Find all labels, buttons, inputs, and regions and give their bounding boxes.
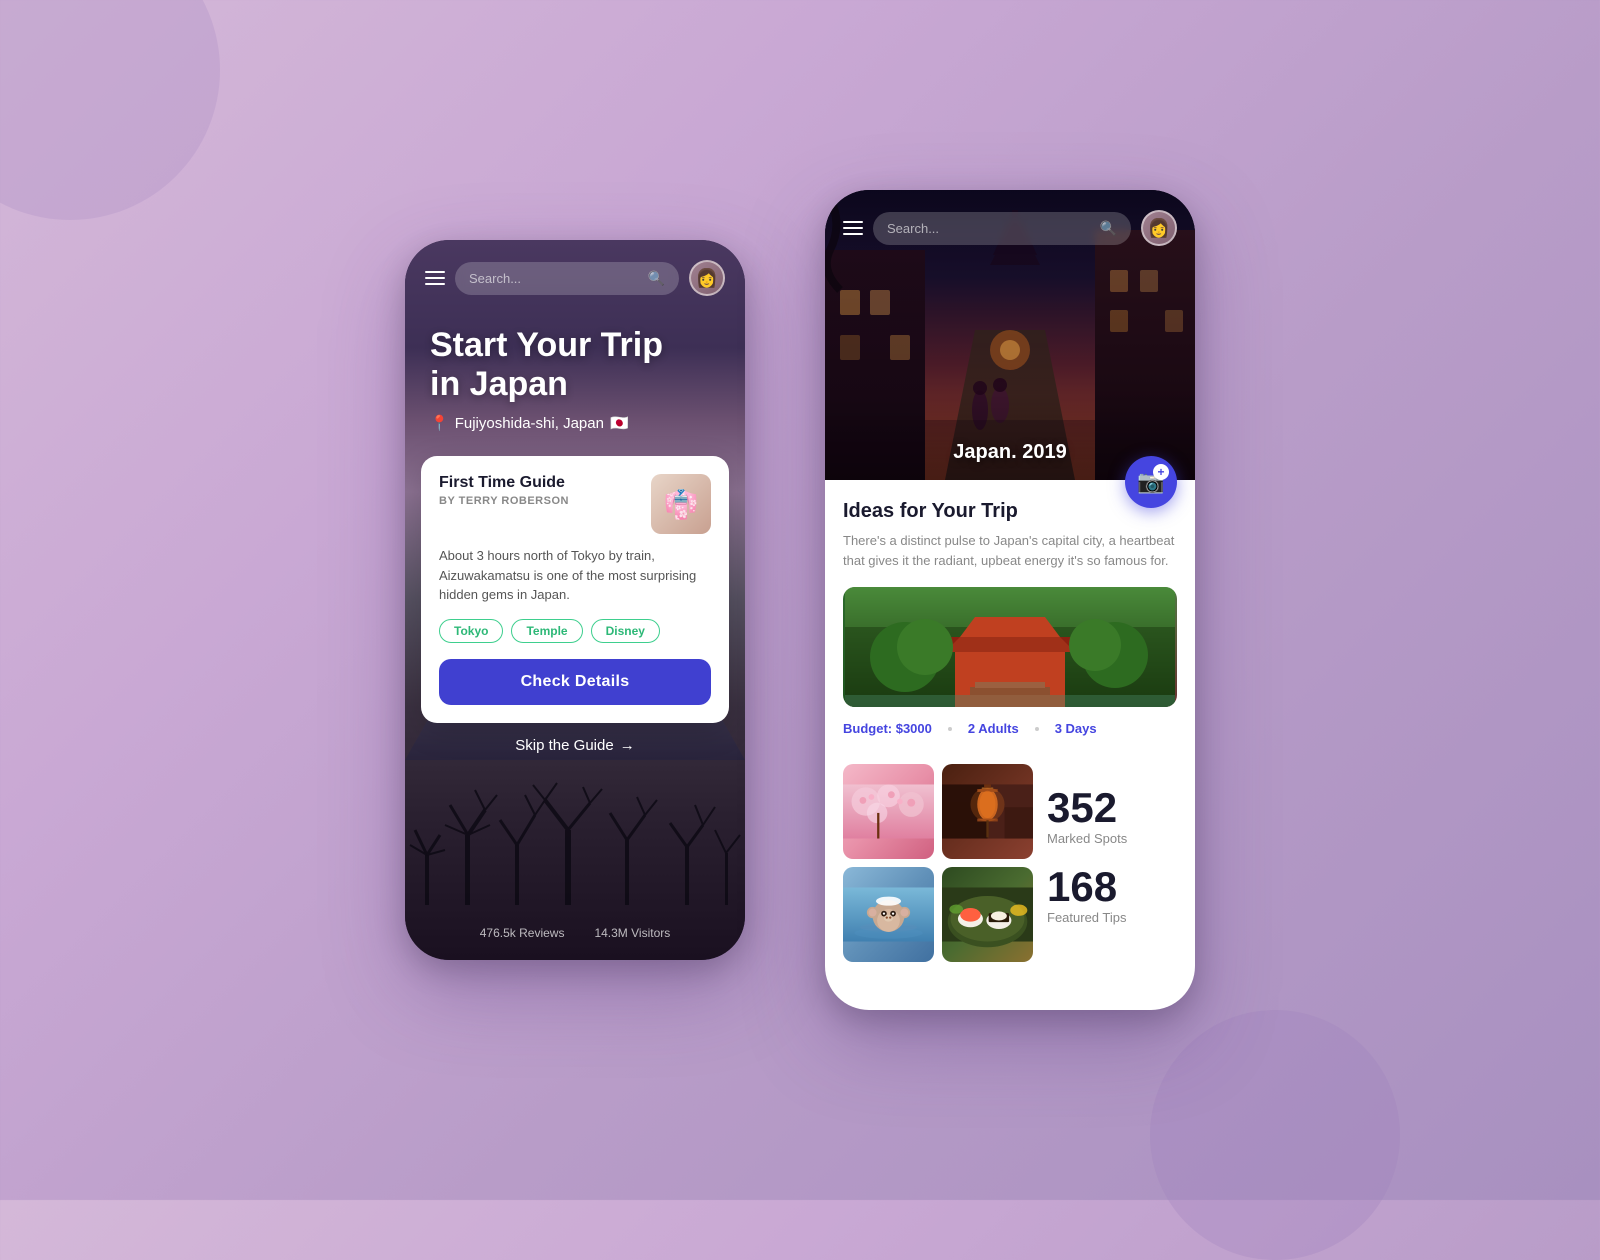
search-bar-1[interactable]: 🔍 bbox=[455, 262, 679, 295]
guide-card-header: First Time Guide BY TERRY ROBERSON 👘 bbox=[439, 474, 711, 534]
ideas-title: Ideas for Your Trip bbox=[843, 500, 1177, 523]
meta-sep-1 bbox=[948, 727, 952, 731]
search-bar-2[interactable]: 🔍 bbox=[873, 212, 1131, 245]
location-pin-icon: 📍 bbox=[430, 414, 449, 432]
trip-meta: Budget: $3000 2 Adults 3 Days bbox=[843, 721, 1177, 736]
tag-tokyo[interactable]: Tokyo bbox=[439, 619, 503, 643]
featured-tips-number: 168 bbox=[1047, 866, 1177, 908]
stats-column: 352 Marked Spots 168 Featured Tips bbox=[1047, 787, 1177, 925]
search-icon-2: 🔍 bbox=[1100, 220, 1117, 237]
guide-card-description: About 3 hours north of Tokyo by train, A… bbox=[439, 546, 711, 605]
photo-grid bbox=[843, 764, 1033, 962]
stat-featured-tips: 168 Featured Tips bbox=[1047, 866, 1177, 925]
ideas-description: There's a distinct pulse to Japan's capi… bbox=[843, 531, 1177, 571]
reviews-count: 476.5k Reviews bbox=[480, 926, 565, 940]
guide-card-author: BY TERRY ROBERSON bbox=[439, 495, 569, 507]
phone1-footer: 476.5k Reviews 14.3M Visitors bbox=[405, 926, 745, 940]
featured-tips-label: Featured Tips bbox=[1047, 910, 1177, 925]
visitors-count: 14.3M Visitors bbox=[594, 926, 670, 940]
search-icon-1: 🔍 bbox=[648, 270, 665, 287]
camera-plus-icon: + bbox=[1153, 464, 1169, 480]
photo-cell-cherry bbox=[843, 764, 934, 859]
guide-card: First Time Guide BY TERRY ROBERSON 👘 Abo… bbox=[421, 456, 729, 723]
trip-photo bbox=[843, 587, 1177, 707]
search-input-1[interactable] bbox=[469, 271, 642, 286]
marked-spots-number: 352 bbox=[1047, 787, 1177, 829]
location-row: 📍 Fujiyoshida-shi, Japan 🇯🇵 bbox=[430, 414, 720, 432]
photo-cell-monkey bbox=[843, 867, 934, 962]
phone-2: 🔍 👩 Japan. 2019 📷 + Ideas for Your Trip … bbox=[825, 190, 1195, 1010]
tree-decoration bbox=[405, 775, 745, 905]
phones-container: 🔍 👩 Start Your Tripin Japan 📍 Fujiyoshid… bbox=[405, 190, 1195, 1010]
location-text: Fujiyoshida-shi, Japan bbox=[455, 415, 604, 432]
phone2-content: Ideas for Your Trip There's a distinct p… bbox=[825, 480, 1195, 982]
tag-temple[interactable]: Temple bbox=[511, 619, 582, 643]
phone2-header: 🔍 👩 bbox=[825, 190, 1195, 256]
hamburger-menu[interactable] bbox=[425, 271, 445, 285]
tags-row: Tokyo Temple Disney bbox=[439, 619, 711, 643]
check-details-button[interactable]: Check Details bbox=[439, 659, 711, 705]
phone-1: 🔍 👩 Start Your Tripin Japan 📍 Fujiyoshid… bbox=[405, 240, 745, 960]
budget: Budget: $3000 bbox=[843, 721, 932, 736]
trip-title: Start Your Tripin Japan bbox=[430, 326, 720, 404]
adults: 2 Adults bbox=[968, 721, 1019, 736]
photo-cell-lantern bbox=[942, 764, 1033, 859]
guide-card-info: First Time Guide BY TERRY ROBERSON bbox=[439, 474, 569, 507]
tag-disney[interactable]: Disney bbox=[591, 619, 660, 643]
days: 3 Days bbox=[1055, 721, 1097, 736]
skip-guide-link[interactable]: Skip the Guide → bbox=[405, 737, 745, 754]
meta-sep-2 bbox=[1035, 727, 1039, 731]
flag-icon: 🇯🇵 bbox=[610, 414, 629, 432]
phone1-header: 🔍 👩 bbox=[405, 240, 745, 306]
guide-card-title: First Time Guide bbox=[439, 474, 569, 492]
photo-cell-sushi bbox=[942, 867, 1033, 962]
marked-spots-label: Marked Spots bbox=[1047, 831, 1177, 846]
hamburger-menu-2[interactable] bbox=[843, 221, 863, 235]
stat-marked-spots: 352 Marked Spots bbox=[1047, 787, 1177, 846]
avatar-1[interactable]: 👩 bbox=[689, 260, 725, 296]
phone2-hero: 🔍 👩 Japan. 2019 bbox=[825, 190, 1195, 480]
avatar-2[interactable]: 👩 bbox=[1141, 210, 1177, 246]
camera-fab[interactable]: 📷 + bbox=[1125, 456, 1177, 508]
search-input-2[interactable] bbox=[887, 221, 1094, 236]
phone1-title-area: Start Your Tripin Japan 📍 Fujiyoshida-sh… bbox=[405, 306, 745, 442]
guide-thumbnail: 👘 bbox=[651, 474, 711, 534]
